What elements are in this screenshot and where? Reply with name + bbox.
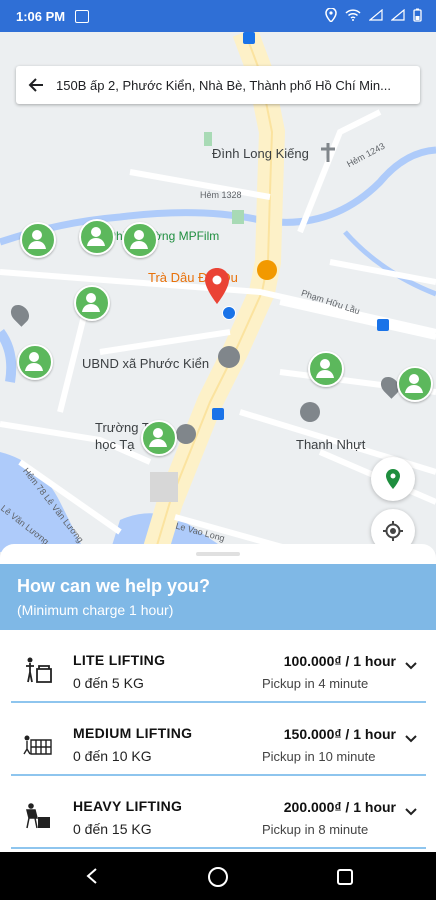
- heavy-lifting-icon: [26, 803, 50, 829]
- service-weight: 0 đến 15 KG: [73, 821, 152, 837]
- service-pickup-time: Pickup in 4 minute: [262, 676, 369, 691]
- service-weight: 0 đến 10 KG: [73, 748, 152, 764]
- service-option-medium[interactable]: MEDIUM LIFTING 0 đến 10 KG 150.000₫ / 1 …: [11, 704, 426, 776]
- government-icon: [218, 346, 240, 368]
- school-icon-2: [300, 402, 320, 422]
- service-price: 150.000₫ / 1 hour: [283, 726, 396, 742]
- status-icons: [325, 8, 422, 22]
- system-nav-bar: [0, 852, 436, 900]
- medium-lifting-icon: [23, 735, 52, 755]
- map-label-ubnd: UBND xã Phước Kiển: [82, 356, 210, 371]
- driver-marker[interactable]: [397, 366, 433, 402]
- driver-marker[interactable]: [308, 351, 344, 387]
- driver-marker[interactable]: [79, 219, 115, 255]
- map-label-hem1328: Hẻm 1328: [200, 190, 242, 200]
- nav-home-icon[interactable]: [207, 866, 229, 888]
- bus-stop-icon-2: [212, 408, 224, 420]
- service-weight: 0 đến 5 KG: [73, 675, 144, 691]
- service-pickup-time: Pickup in 8 minute: [262, 822, 369, 837]
- location-pin-icon: [205, 268, 229, 304]
- back-arrow-icon[interactable]: [16, 77, 56, 93]
- help-subtitle: (Minimum charge 1 hour): [17, 602, 174, 618]
- signal-icon-2: [391, 9, 405, 21]
- bus-stop-icon-3: [377, 319, 389, 331]
- chevron-down-icon[interactable]: [404, 734, 418, 744]
- service-bottom-sheet: How can we help you? (Minimum charge 1 h…: [0, 544, 436, 852]
- chevron-down-icon[interactable]: [404, 661, 418, 671]
- lite-lifting-icon: [26, 657, 52, 683]
- cafe-icon: [257, 260, 277, 280]
- sheet-drag-handle[interactable]: [196, 552, 240, 556]
- crosshair-icon: [383, 521, 403, 541]
- help-title: How can we help you?: [17, 576, 211, 596]
- service-name: HEAVY LIFTING: [73, 798, 183, 814]
- school-icon: [176, 424, 196, 444]
- map-label-thanhnhut: Thanh Nhựt: [296, 437, 366, 452]
- status-time: 1:06 PM: [16, 8, 66, 24]
- address-text[interactable]: 150B ấp 2, Phước Kiển, Nhà Bè, Thành phố…: [56, 78, 411, 93]
- map-pin-button[interactable]: [371, 457, 415, 501]
- service-option-lite[interactable]: LITE LIFTING 0 đến 5 KG 100.000₫ / 1 hou…: [11, 631, 426, 703]
- map-label-hoc: học Tạ: [95, 437, 135, 452]
- battery-icon: [413, 8, 422, 22]
- status-bar: 1:06 PM: [0, 0, 436, 32]
- driver-marker[interactable]: [74, 285, 110, 321]
- signal-icon: [369, 9, 383, 21]
- current-location-dot: [222, 306, 236, 320]
- nav-recents-icon[interactable]: [336, 868, 354, 886]
- bus-stop-icon: [243, 32, 255, 44]
- map-label-dinh: Đình Long Kiếng: [212, 146, 309, 161]
- service-option-heavy[interactable]: HEAVY LIFTING 0 đến 15 KG 200.000₫ / 1 h…: [11, 777, 426, 849]
- gallery-icon: [75, 9, 90, 23]
- church-icon: [321, 143, 335, 162]
- service-name: MEDIUM LIFTING: [73, 725, 193, 741]
- driver-marker[interactable]: [141, 420, 177, 456]
- chevron-down-icon[interactable]: [404, 807, 418, 817]
- service-price: 200.000₫ / 1 hour: [283, 799, 396, 815]
- service-pickup-time: Pickup in 10 minute: [262, 749, 376, 764]
- service-price: 100.000₫ / 1 hour: [283, 653, 396, 669]
- address-search-bar[interactable]: 150B ấp 2, Phước Kiển, Nhà Bè, Thành phố…: [16, 66, 420, 104]
- driver-marker[interactable]: [122, 222, 158, 258]
- map-view[interactable]: Đình Long Kiếng Hẻm 1243 Hẻm 1328 Phim t…: [0, 32, 436, 552]
- driver-marker[interactable]: [20, 222, 56, 258]
- nav-back-icon[interactable]: [85, 867, 99, 885]
- wifi-icon: [345, 9, 361, 21]
- help-header: How can we help you? (Minimum charge 1 h…: [0, 564, 436, 630]
- driver-marker[interactable]: [17, 344, 53, 380]
- service-name: LITE LIFTING: [73, 652, 166, 668]
- location-icon: [325, 8, 337, 22]
- green-pin-icon: [386, 469, 400, 489]
